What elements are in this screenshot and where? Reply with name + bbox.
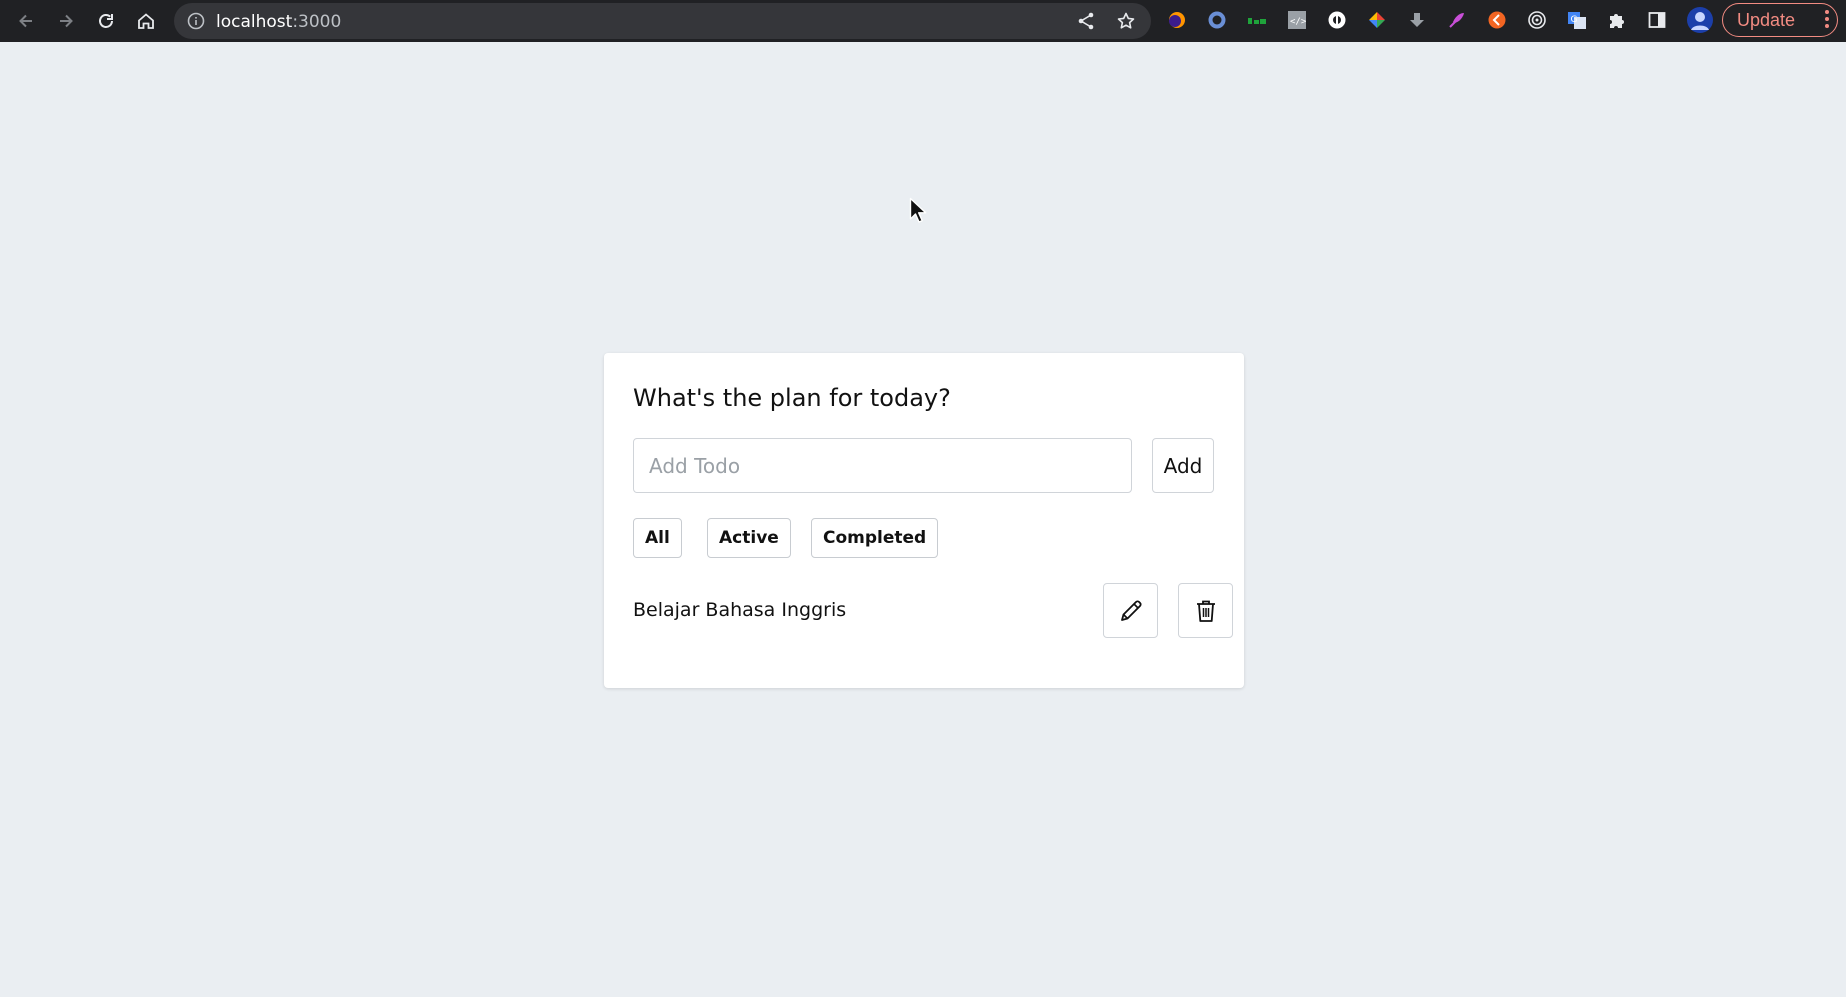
pencil-icon [1120, 599, 1142, 621]
back-button[interactable] [10, 5, 42, 37]
reload-button[interactable] [90, 5, 122, 37]
update-button[interactable]: Update [1722, 3, 1838, 37]
ext-color-wheel-icon[interactable] [1365, 8, 1389, 32]
edit-todo-button[interactable] [1103, 583, 1158, 638]
add-button[interactable]: Add [1152, 438, 1214, 493]
page-title: What's the plan for today? [633, 384, 951, 412]
ext-white-circle-icon[interactable] [1325, 8, 1349, 32]
arrow-left-icon [19, 14, 32, 28]
add-todo-input[interactable] [633, 438, 1132, 493]
side-panel-icon[interactable] [1645, 8, 1669, 32]
filter-completed-button[interactable]: Completed [811, 518, 939, 558]
ext-firefox-like-icon[interactable] [1165, 8, 1189, 32]
address-bar[interactable]: localhost:3000 [174, 3, 1151, 39]
svg-text:</>: </> [1290, 17, 1307, 27]
ext-feather-icon[interactable] [1445, 8, 1469, 32]
todo-item: Belajar Bahasa Inggris [633, 583, 1233, 639]
profile-avatar-icon[interactable] [1686, 5, 1714, 35]
svg-text:G: G [1571, 15, 1578, 25]
trash-icon [1196, 600, 1215, 622]
reload-icon [99, 14, 113, 28]
filter-active-button[interactable]: Active [707, 518, 791, 558]
browser-toolbar: localhost:3000 </> G Update [0, 0, 1846, 42]
ext-green-icon[interactable] [1245, 8, 1269, 32]
update-label: Update [1737, 9, 1796, 30]
home-icon [138, 13, 154, 29]
forward-button[interactable] [50, 5, 82, 37]
home-button[interactable] [130, 5, 162, 37]
todo-text: Belajar Bahasa Inggris [633, 599, 847, 621]
url-text: localhost:3000 [216, 12, 342, 32]
ext-circle-blue-icon[interactable] [1205, 8, 1229, 32]
star-icon [1117, 12, 1135, 29]
info-icon[interactable] [186, 11, 206, 31]
filter-all-button[interactable]: All [633, 518, 682, 558]
todo-card: What's the plan for today? Add All Activ… [604, 353, 1244, 688]
kebab-menu-icon[interactable] [1825, 10, 1829, 30]
extensions-puzzle-icon[interactable] [1605, 8, 1629, 32]
ext-download-icon[interactable] [1405, 8, 1429, 32]
arrow-right-icon [60, 14, 73, 28]
share-button[interactable] [1074, 9, 1098, 33]
delete-todo-button[interactable] [1178, 583, 1233, 638]
ext-translate-icon[interactable]: G [1565, 8, 1589, 32]
ext-code-icon[interactable]: </> [1285, 8, 1309, 32]
ext-orange-icon[interactable] [1485, 8, 1509, 32]
ext-target-icon[interactable] [1525, 8, 1549, 32]
bookmark-button[interactable] [1114, 9, 1138, 33]
share-icon [1078, 12, 1094, 30]
mouse-cursor-icon [909, 197, 927, 223]
